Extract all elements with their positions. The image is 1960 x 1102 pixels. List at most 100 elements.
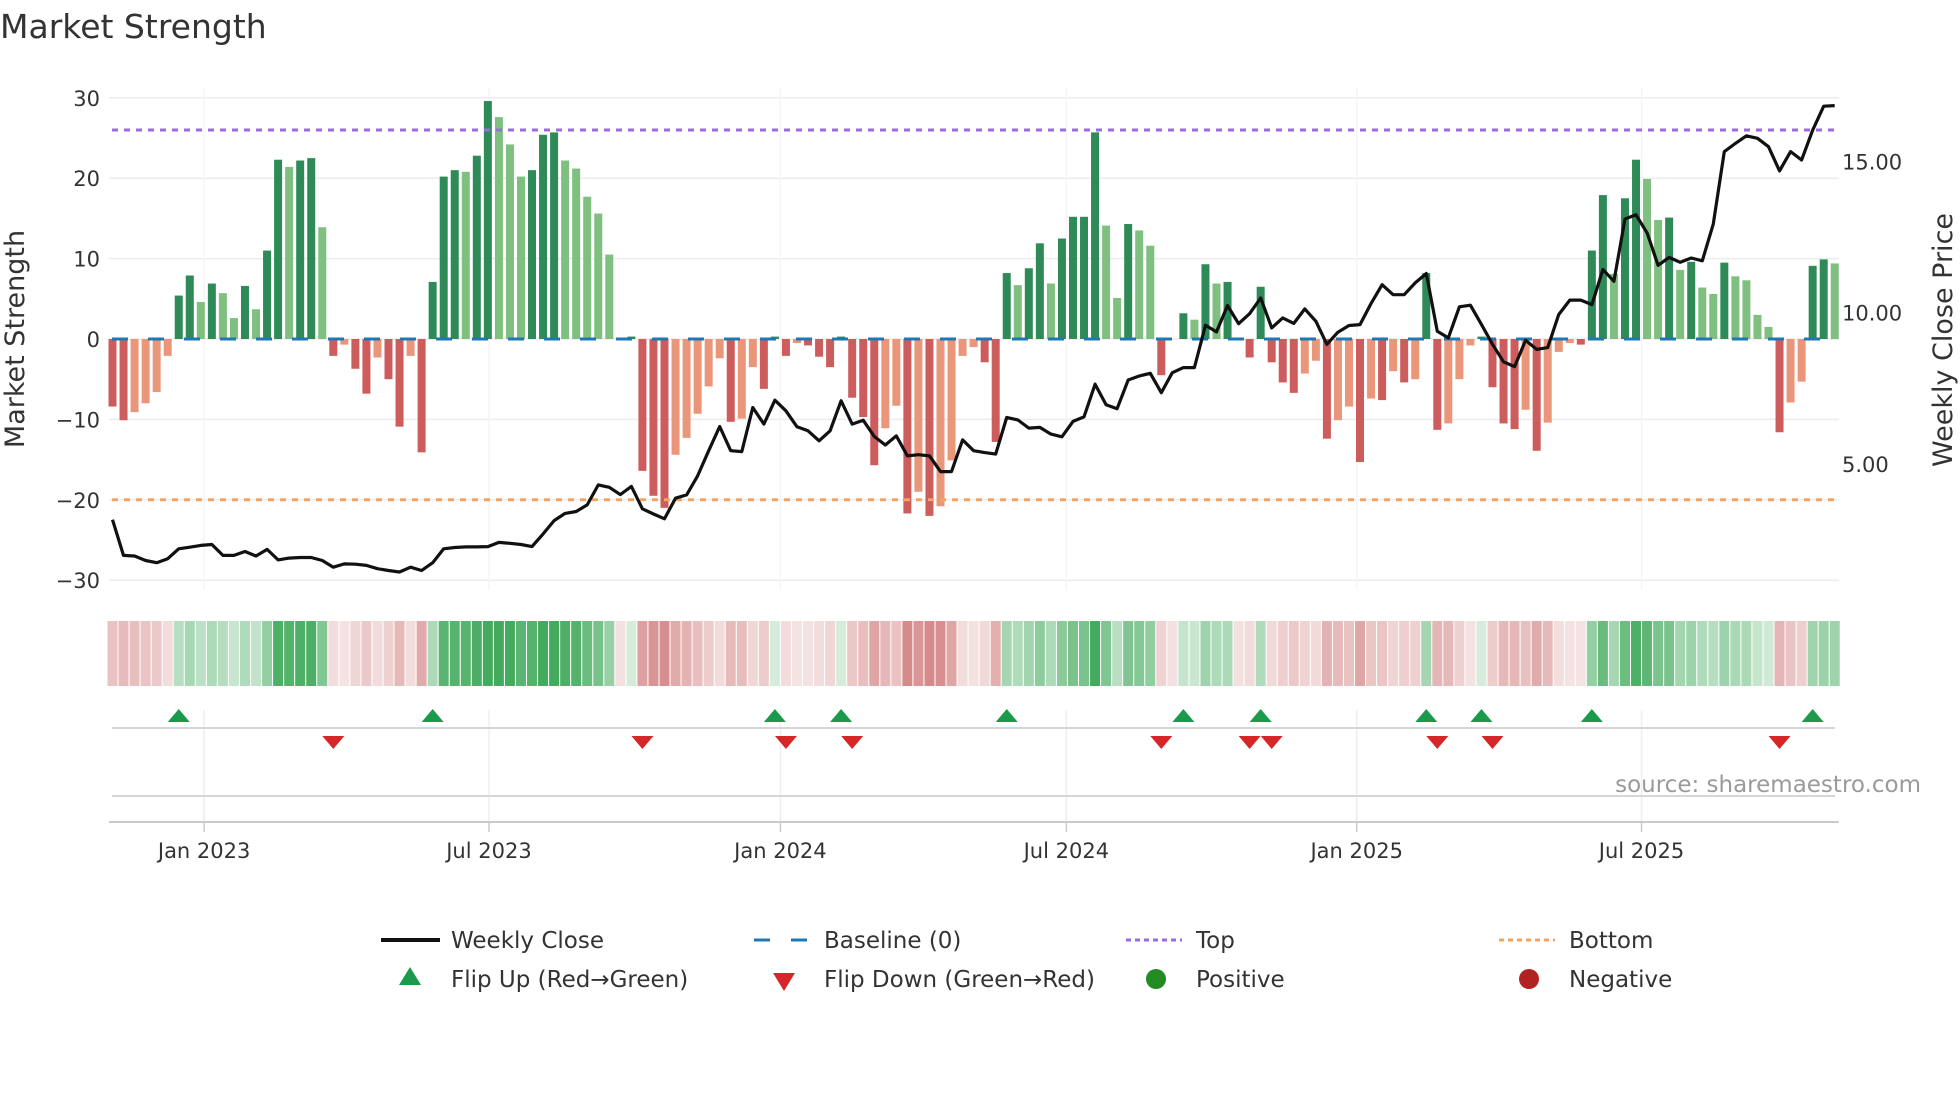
- strength-bar-positive: [296, 160, 305, 339]
- strength-bar-positive: [1024, 268, 1033, 339]
- strength-bar-positive: [1256, 286, 1265, 339]
- strength-bar-negative: [914, 339, 923, 492]
- strength-bar-positive: [1632, 159, 1641, 339]
- strength-bar-positive: [1091, 132, 1100, 339]
- flip-down-marker: [1150, 736, 1173, 749]
- strength-bar-negative: [351, 339, 360, 369]
- strength-bar-positive: [1643, 179, 1652, 339]
- strength-bar-positive: [1709, 293, 1718, 339]
- strip-cell: [615, 621, 626, 686]
- strength-bar-positive: [185, 275, 194, 339]
- strength-bar-negative: [108, 339, 117, 407]
- chart-title: Market Strength: [0, 7, 267, 46]
- strip-cell: [1818, 621, 1829, 686]
- strip-cell: [350, 621, 361, 686]
- strip-cell: [1664, 621, 1675, 686]
- strip-cell: [1454, 621, 1465, 686]
- market-strength-chart: Market Strength 30 20 10 0 −10 −20 −30 15.00 10…: [0, 7, 1959, 993]
- strength-bar-negative: [1245, 339, 1254, 358]
- strip-cell: [1101, 621, 1112, 686]
- strength-bar-positive: [1080, 216, 1089, 339]
- y2-tick-label: 10.00: [1842, 302, 1902, 326]
- strip-cell: [571, 621, 582, 686]
- strip-cell: [1211, 621, 1222, 686]
- strip-cell: [317, 621, 328, 686]
- strip-cell: [1487, 621, 1498, 686]
- strip-cell: [1719, 621, 1730, 686]
- strip-cell: [1509, 621, 1520, 686]
- strength-bar-negative: [638, 339, 647, 471]
- strength-bar-positive: [1146, 245, 1155, 339]
- flip-up-marker: [1470, 709, 1493, 722]
- strip-cell: [1531, 621, 1542, 686]
- strip-cell: [184, 621, 195, 686]
- strip-cell: [1686, 621, 1697, 686]
- strength-bar-negative: [1278, 339, 1287, 383]
- strip-cell: [1796, 621, 1807, 686]
- strength-bar-negative: [406, 339, 415, 356]
- legend-label: Positive: [1196, 967, 1285, 993]
- strength-bar-negative: [362, 339, 371, 394]
- strength-bar-negative: [991, 339, 1000, 442]
- strip-cell: [1310, 621, 1321, 686]
- strength-bar-negative: [1157, 339, 1166, 376]
- strip-cell: [471, 621, 482, 686]
- strength-bar-positive: [1102, 225, 1111, 339]
- strength-bar-negative: [1356, 339, 1365, 463]
- strip-cell: [504, 621, 515, 686]
- flip-down-marker: [774, 736, 797, 749]
- strip-cell: [1343, 621, 1354, 686]
- strip-cell: [1410, 621, 1421, 686]
- strip-cell: [129, 621, 140, 686]
- y2-axis-ticks: 15.00 10.00 5.00: [1842, 150, 1902, 477]
- strength-bar-positive: [318, 227, 327, 339]
- strip-cell: [1001, 621, 1012, 686]
- strip-cell: [593, 621, 604, 686]
- strip-cell: [990, 621, 1001, 686]
- strength-bar-positive: [1068, 216, 1077, 339]
- strip-cell: [118, 621, 129, 686]
- strength-bar-negative: [815, 339, 824, 357]
- y-tick-label: −20: [56, 489, 100, 513]
- strip-cell: [1079, 621, 1090, 686]
- strength-bar-negative: [649, 339, 658, 496]
- strength-bar-negative: [119, 339, 128, 421]
- strip-cell: [780, 621, 791, 686]
- strength-bar-negative: [1389, 339, 1398, 372]
- strength-bar-positive: [218, 293, 227, 339]
- strip-cell: [1631, 621, 1642, 686]
- strength-bar-negative: [1455, 339, 1464, 380]
- y-tick-label: 10: [73, 248, 100, 272]
- strip-cell: [1421, 621, 1432, 686]
- y2-tick-label: 15.00: [1842, 150, 1902, 174]
- flip-down-marker: [631, 736, 654, 749]
- strip-cell: [1597, 621, 1608, 686]
- strength-bar-positive: [583, 196, 592, 339]
- strength-bar-negative: [781, 339, 790, 356]
- strip-cell: [173, 621, 184, 686]
- strength-bar-positive: [263, 250, 272, 339]
- strength-bar-negative: [373, 339, 382, 358]
- strip-cell: [549, 621, 560, 686]
- strength-bar-negative: [1378, 339, 1387, 401]
- strip-cell: [1355, 621, 1366, 686]
- strip-cell: [1244, 621, 1255, 686]
- strength-bar-positive: [1764, 326, 1773, 339]
- strip-cell: [836, 621, 847, 686]
- strip-cell: [1774, 621, 1785, 686]
- strip-cell: [1332, 621, 1343, 686]
- legend-bottom: Bottom: [1499, 928, 1653, 954]
- strip-cell: [1642, 621, 1653, 686]
- legend-label: Top: [1195, 928, 1235, 954]
- flip-up-marker: [1249, 709, 1272, 722]
- strength-bar-negative: [1797, 339, 1806, 382]
- strength-bar-negative: [1499, 339, 1508, 424]
- strength-bar-positive: [483, 101, 492, 340]
- strip-cell: [1233, 621, 1244, 686]
- y2-axis-title: Weekly Close Price: [1928, 213, 1959, 467]
- strength-bars: [108, 101, 1839, 516]
- strip-cell: [1012, 621, 1023, 686]
- y-tick-label: 20: [73, 167, 100, 191]
- strip-cell: [1299, 621, 1310, 686]
- strip-cell: [1465, 621, 1476, 686]
